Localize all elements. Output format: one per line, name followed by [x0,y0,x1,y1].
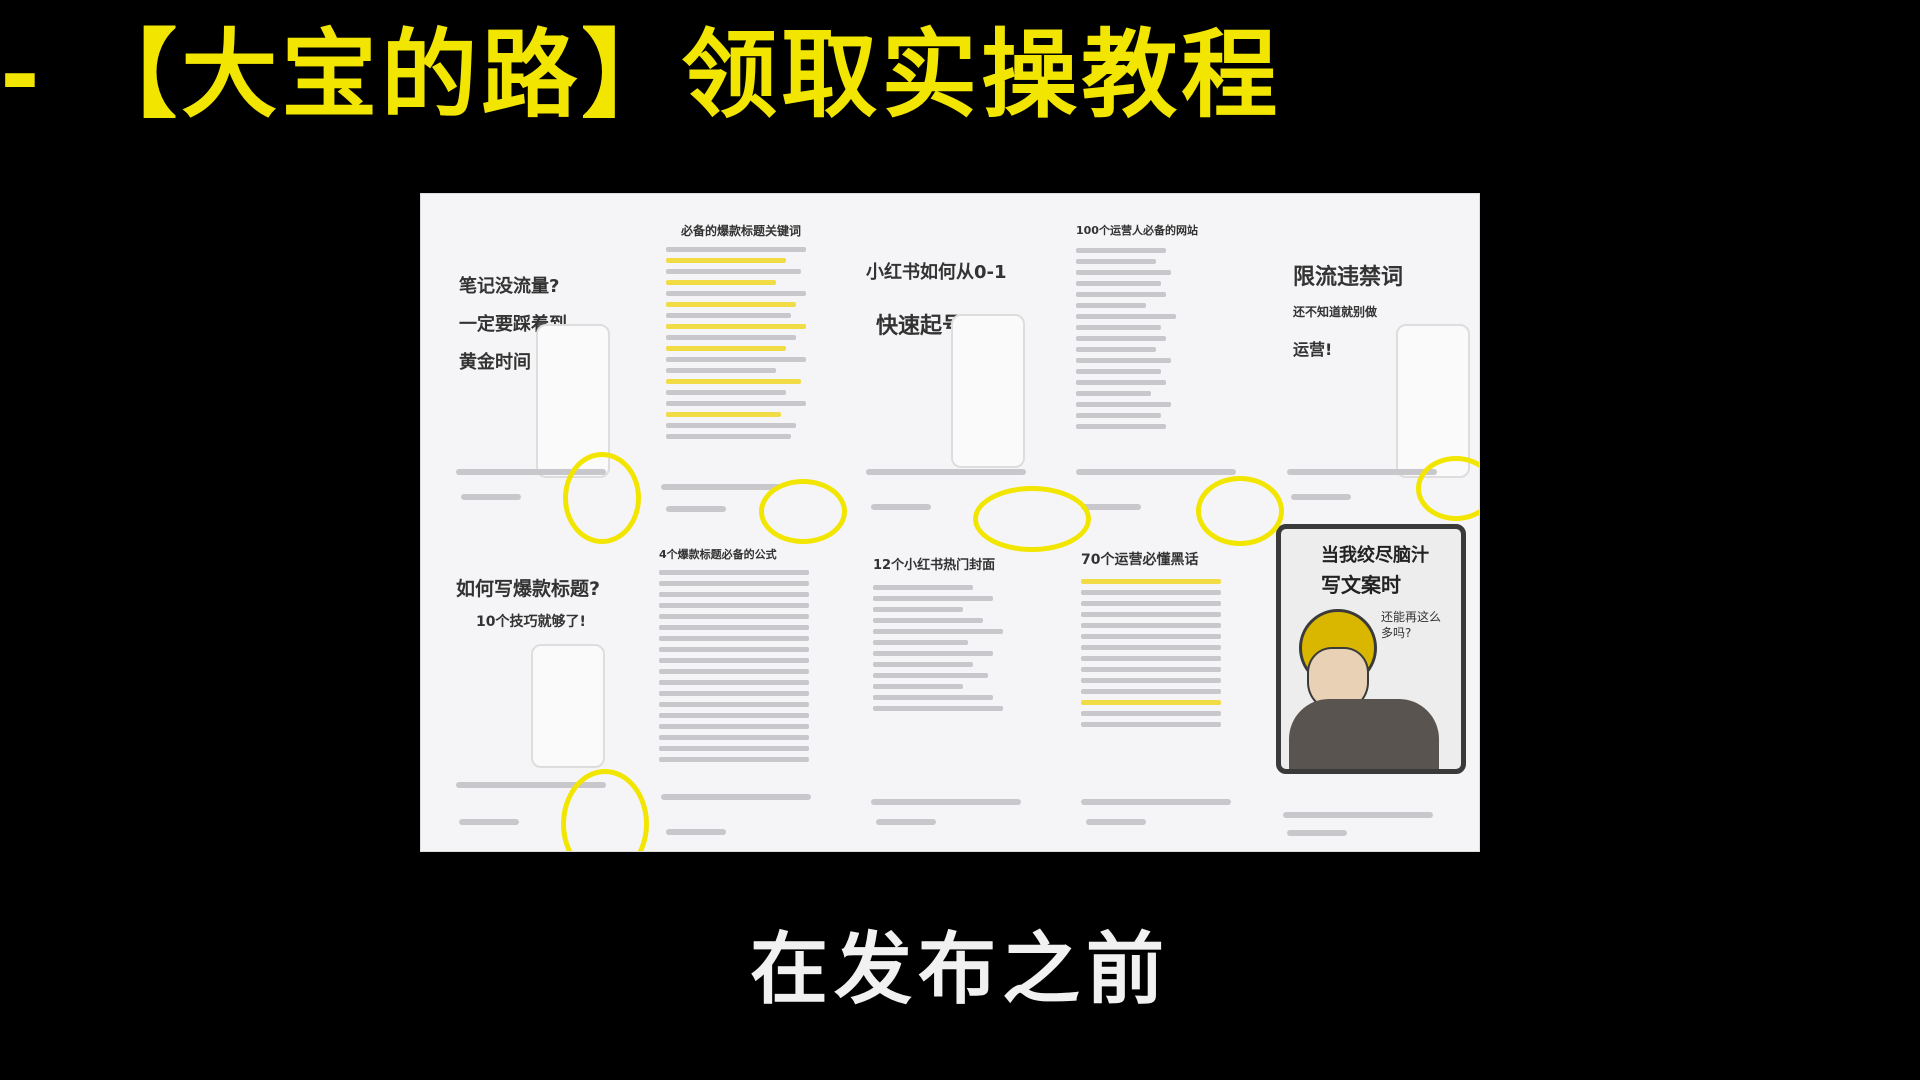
card-slang[interactable]: 70个运营必懂黑话 [1081,549,1251,733]
highlight-circle [1416,456,1479,521]
card-title: 70个运营必懂黑话 [1081,552,1199,568]
text-lines [873,585,1033,711]
meta-row [461,494,521,500]
meta-row [871,504,931,510]
card-covers[interactable]: 12个小红书热门封面 [873,554,1033,717]
banner-title: - 【大宝的路】领取实操教程 [0,19,1282,131]
meta-row [1283,812,1433,818]
text-lines [1081,579,1251,727]
meta-row [661,794,811,800]
card-title: 如何写爆款标题? [456,578,601,600]
card-title: 运营! [1293,340,1333,359]
meta-row [1081,799,1231,805]
meta-row [1081,504,1141,510]
phone-mockup [1396,324,1470,478]
card-hot-title[interactable]: 如何写爆款标题? 10个技巧就够了! [456,574,600,631]
highlight-circle [973,486,1091,552]
poster-line: 当我绞尽脑汁 [1321,545,1429,566]
card-title: 4个爆款标题必备的公式 [659,548,777,561]
poster-line: 写文案时 [1321,573,1401,597]
meta-row [866,469,1026,475]
highlight-circle [563,452,641,544]
card-title: 10个技巧就够了! [476,614,586,630]
poster-line: 还能再这么多吗? [1381,610,1442,640]
meta-row [1287,830,1347,836]
meta-row [1291,494,1351,500]
phone-mockup [951,314,1025,468]
card-formulas[interactable]: 4个爆款标题必备的公式 [659,546,829,768]
card-title: 笔记没流量? [459,276,560,297]
meta-row [876,819,936,825]
text-lines [666,247,816,439]
meta-row [666,506,726,512]
card-title: 必备的爆款标题关键词 [680,224,801,238]
card-banned-words[interactable]: 限流违禁词 还不知道就别做 运营! [1293,259,1403,360]
meta-row [1076,469,1236,475]
highlight-circle [1196,476,1284,546]
highlight-circle [759,479,847,544]
phone-mockup [531,644,605,768]
card-title: 还不知道就别做 [1293,305,1378,319]
card-title: 限流违禁词 [1293,265,1404,290]
card-title: 100个运营人必备的网站 [1076,224,1198,237]
card-title: 12个小红书热门封面 [873,558,996,573]
card-title: 小红书如何从0-1 [866,262,1007,283]
meta-row [1287,469,1437,475]
meta-row [459,819,519,825]
text-lines [659,570,829,762]
meta-row [871,799,1021,805]
card-keywords[interactable]: 必备的爆款标题关键词 [666,222,816,445]
meta-row [1086,819,1146,825]
meta-row [666,829,726,835]
cartoon-poster[interactable]: 当我绞尽脑汁 写文案时 还能再这么多吗? [1276,524,1466,774]
video-subtitle: 在发布之前 [749,925,1170,1015]
text-lines [1076,248,1241,429]
card-websites[interactable]: 100个运营人必备的网站 [1076,222,1241,435]
screenshot-panel: 笔记没流量? 一定要踩着到 黄金时间 必备的爆款标题关键词 小红书如何从0-1 … [420,193,1480,852]
figure-body-icon [1289,699,1439,769]
meta-row [661,484,781,490]
